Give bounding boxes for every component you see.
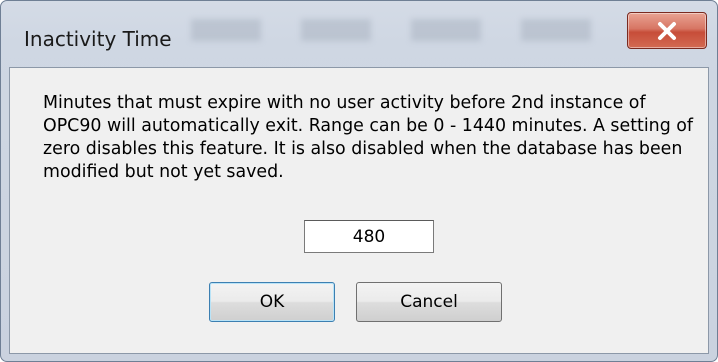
- close-button[interactable]: [627, 12, 707, 49]
- window-title: Inactivity Time: [24, 27, 172, 51]
- dialog-window: Inactivity Time Minutes that must expire…: [0, 0, 718, 362]
- cancel-button[interactable]: Cancel: [356, 282, 502, 322]
- close-icon: [658, 21, 676, 40]
- minutes-input[interactable]: [304, 220, 434, 253]
- description-text: Minutes that must expire with no user ac…: [43, 93, 694, 182]
- title-bar[interactable]: Inactivity Time: [1, 1, 717, 67]
- dialog-client-area: Minutes that must expire with no user ac…: [9, 67, 709, 354]
- ok-button[interactable]: OK: [209, 282, 335, 322]
